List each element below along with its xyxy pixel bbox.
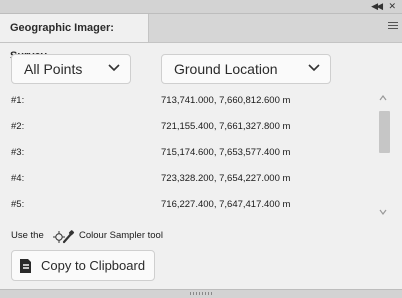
point-coordinates: 716,227.400, 7,647,417.400 m	[161, 199, 291, 210]
point-label: #1:	[11, 95, 25, 106]
location-type-value: Ground Location	[174, 61, 278, 77]
point-label: #4:	[11, 173, 25, 184]
location-type-select[interactable]: Ground Location	[161, 54, 331, 84]
copy-to-clipboard-button[interactable]: Copy to Clipboard	[11, 250, 155, 281]
points-filter-select[interactable]: All Points	[11, 54, 131, 84]
points-list: #1: 713,741.000, 7,660,812.600 m #2: 721…	[0, 92, 375, 217]
collapse-panel-icon[interactable]: ◀◀	[371, 0, 383, 12]
point-coordinates: 723,328.200, 7,654,227.000 m	[161, 173, 291, 184]
colour-sampler-icon	[53, 230, 75, 244]
chevron-down-icon	[308, 64, 320, 72]
panel-menu-icon[interactable]	[388, 22, 398, 32]
point-label: #5:	[11, 199, 25, 210]
chevron-down-icon	[108, 64, 120, 72]
hint-text-before: Use the	[11, 230, 44, 241]
point-coordinates: 721,155.400, 7,661,327.800 m	[161, 121, 291, 132]
points-list-scrollbar[interactable]	[376, 93, 390, 217]
list-item[interactable]: #5: 716,227.400, 7,647,417.400 m	[0, 197, 375, 213]
close-panel-icon[interactable]: ✕	[388, 0, 396, 12]
scroll-down-icon[interactable]	[378, 208, 388, 216]
scrollbar-track[interactable]	[378, 104, 390, 206]
list-item[interactable]: #4: 723,328.200, 7,654,227.000 m	[0, 171, 375, 187]
point-coordinates: 713,741.000, 7,660,812.600 m	[161, 95, 291, 106]
scroll-up-icon[interactable]	[378, 94, 388, 102]
point-label: #2:	[11, 121, 25, 132]
clipboard-icon	[20, 259, 31, 273]
point-coordinates: 715,174.600, 7,653,577.400 m	[161, 147, 291, 158]
points-filter-value: All Points	[24, 61, 83, 77]
panel-title-bar: ◀◀ ✕	[0, 0, 402, 14]
tab-geographic-imager-survey[interactable]: Geographic Imager: Survey	[0, 14, 149, 62]
list-item[interactable]: #3: 715,174.600, 7,653,577.400 m	[0, 145, 375, 161]
scrollbar-thumb[interactable]	[379, 111, 390, 153]
panel-tab-bar: Geographic Imager: Survey	[0, 14, 402, 62]
hint-text-after: Colour Sampler tool	[79, 230, 163, 241]
grip-handle-icon[interactable]	[190, 292, 212, 295]
point-label: #3:	[11, 147, 25, 158]
list-item[interactable]: #1: 713,741.000, 7,660,812.600 m	[0, 93, 375, 109]
sampler-hint: Use the Colour Sampler tool	[11, 229, 163, 244]
list-item[interactable]: #2: 721,155.400, 7,661,327.800 m	[0, 119, 375, 135]
copy-button-label: Copy to Clipboard	[41, 258, 146, 273]
